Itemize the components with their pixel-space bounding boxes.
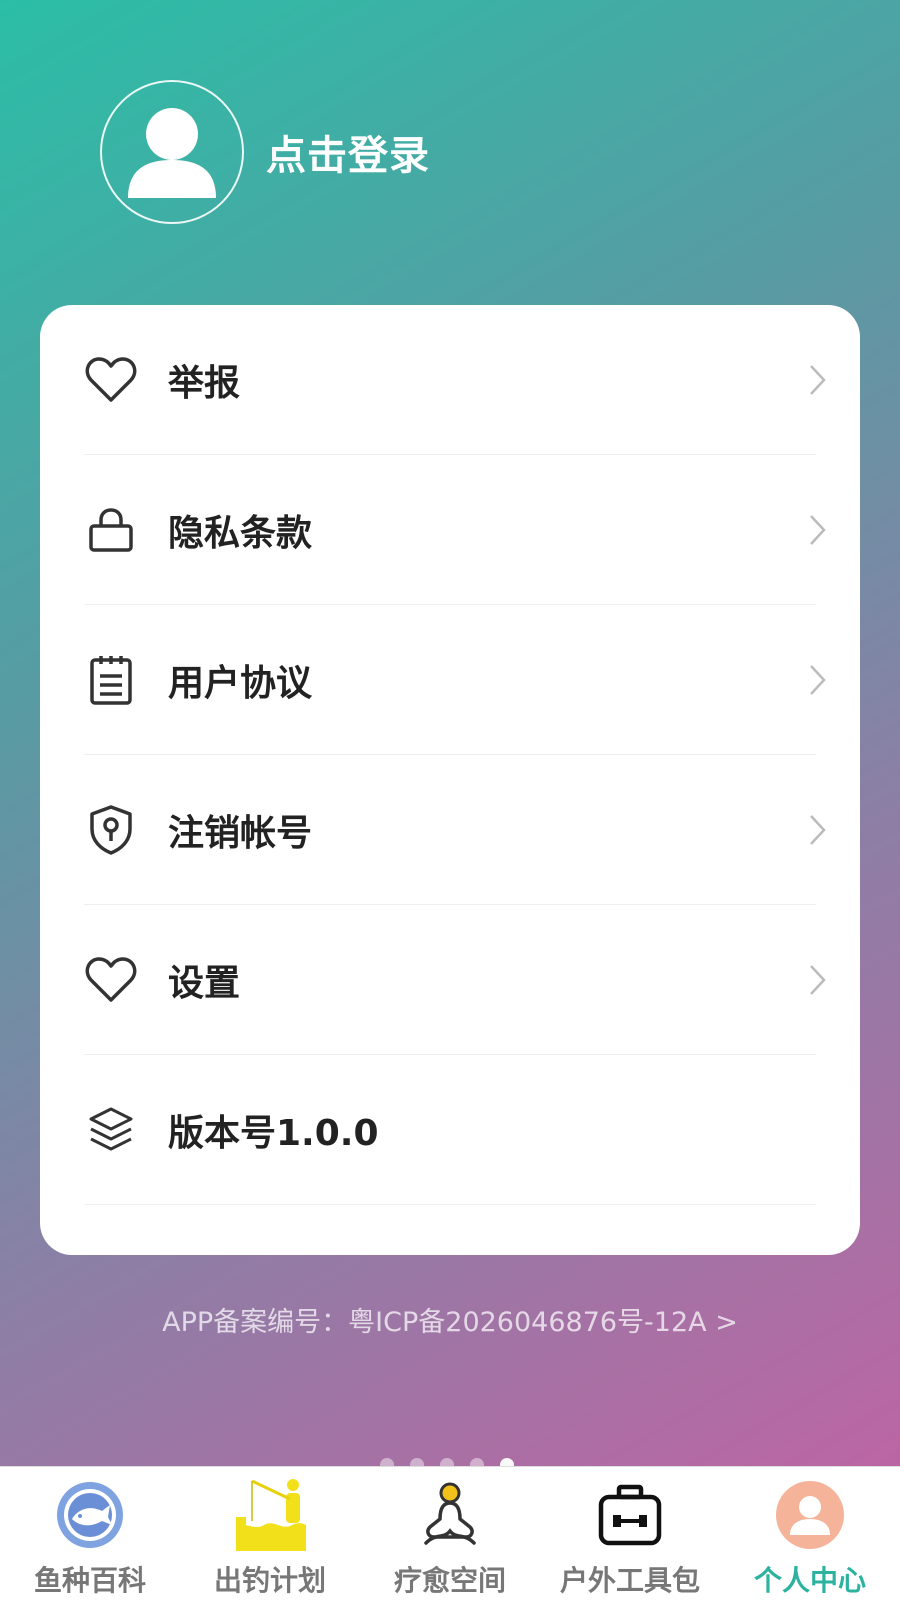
user-circle-icon bbox=[776, 1481, 844, 1549]
chevron-right-icon bbox=[810, 964, 826, 995]
menu-item-privacy[interactable]: 隐私条款 bbox=[84, 455, 826, 605]
menu-item-settings[interactable]: 设置 bbox=[84, 905, 826, 1055]
tab-personal-center[interactable]: 个人中心 bbox=[720, 1467, 900, 1600]
chevron-right-icon bbox=[810, 514, 826, 545]
lock-icon bbox=[89, 507, 133, 552]
menu-item-version: 版本号1.0.0 bbox=[84, 1055, 816, 1205]
heart-icon bbox=[85, 356, 137, 402]
tab-label: 疗愈空间 bbox=[393, 1564, 506, 1597]
menu-item-report[interactable]: 举报 bbox=[84, 305, 826, 455]
chevron-right-icon bbox=[810, 814, 826, 845]
toolbox-icon bbox=[598, 1484, 662, 1546]
avatar[interactable] bbox=[100, 80, 244, 224]
tab-fish-encyclopedia[interactable]: 鱼种百科 bbox=[0, 1467, 180, 1600]
chevron-right-icon bbox=[810, 364, 826, 395]
fish-globe-icon bbox=[57, 1482, 123, 1548]
meditation-icon bbox=[424, 1482, 476, 1545]
menu-card: 举报 隐私条款 用户协议 注销帐号 设置 版本号1.0.0 bbox=[40, 305, 860, 1255]
menu-item-user-agreement[interactable]: 用户协议 bbox=[84, 605, 826, 755]
notepad-icon bbox=[90, 655, 132, 705]
version-label: 版本号1.0.0 bbox=[168, 1112, 379, 1154]
tab-label: 户外工具包 bbox=[559, 1564, 700, 1597]
tab-label: 鱼种百科 bbox=[33, 1564, 146, 1597]
user-avatar-icon bbox=[128, 108, 216, 198]
fishing-person-icon bbox=[236, 1479, 306, 1551]
shield-key-icon bbox=[90, 804, 132, 855]
tab-label: 出钓计划 bbox=[213, 1564, 326, 1597]
menu-item-label: 举报 bbox=[168, 362, 241, 404]
menu-item-label: 隐私条款 bbox=[168, 512, 313, 554]
profile-header[interactable]: 点击登录 bbox=[100, 80, 430, 224]
tab-outdoor-toolkit[interactable]: 户外工具包 bbox=[540, 1467, 720, 1600]
tab-healing-space[interactable]: 疗愈空间 bbox=[360, 1467, 540, 1600]
heart-icon bbox=[85, 956, 137, 1002]
menu-item-label: 用户协议 bbox=[168, 662, 313, 704]
menu-item-label: 设置 bbox=[168, 962, 241, 1004]
tab-label: 个人中心 bbox=[753, 1564, 866, 1597]
icp-record-link[interactable]: APP备案编号：粤ICP备2026046876号-12A > bbox=[0, 1300, 900, 1339]
login-label[interactable]: 点击登录 bbox=[266, 123, 430, 181]
chevron-right-icon bbox=[810, 664, 826, 695]
layers-icon bbox=[89, 1107, 133, 1150]
bottom-tab-bar: 鱼种百科 出钓计划 疗愈空间 户外工具包 个人中心 bbox=[0, 1466, 900, 1600]
tab-fishing-plan[interactable]: 出钓计划 bbox=[180, 1467, 360, 1600]
menu-item-delete-account[interactable]: 注销帐号 bbox=[84, 755, 826, 905]
menu-item-label: 注销帐号 bbox=[168, 812, 313, 854]
